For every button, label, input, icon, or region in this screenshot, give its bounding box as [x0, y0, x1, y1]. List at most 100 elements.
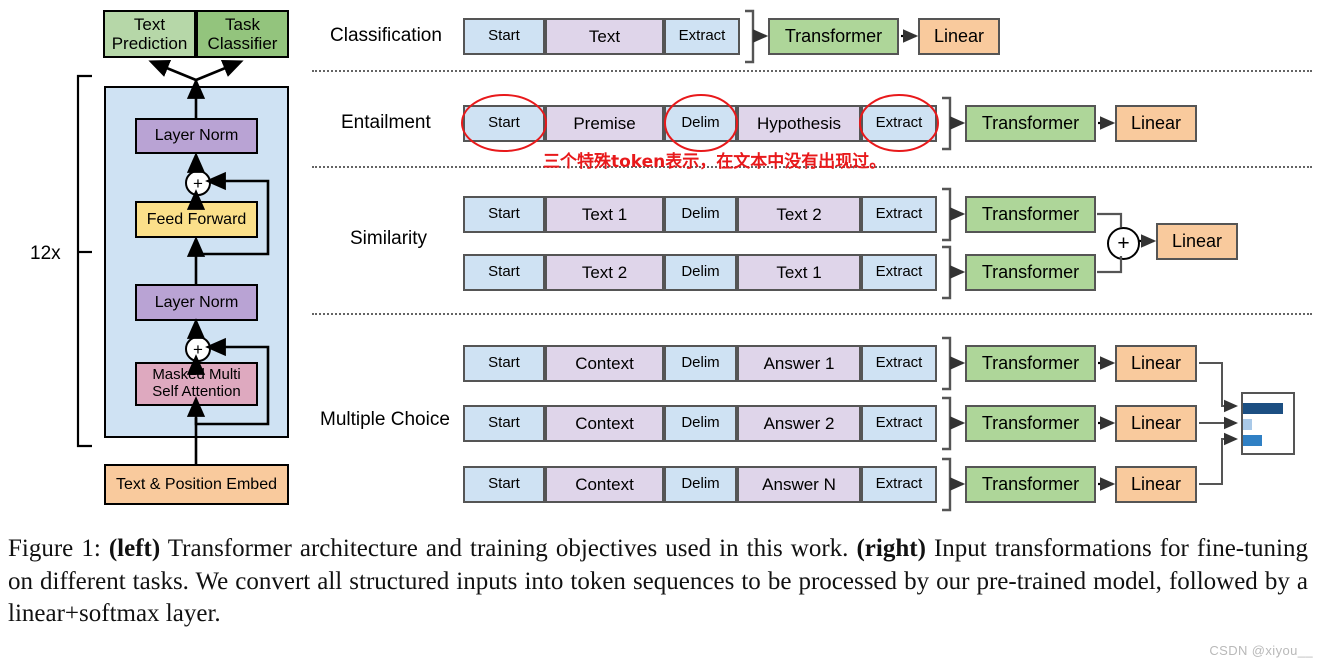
transformer-label: Transformer: [981, 204, 1080, 225]
linear-block: Linear: [918, 18, 1000, 55]
task-label-entailment: Entailment: [341, 112, 431, 133]
token-label: Extract: [875, 205, 923, 223]
layer-norm-top-label: Layer Norm: [154, 127, 239, 145]
token-label: Extract: [678, 27, 726, 45]
task-classifier-label: Task Classifier: [207, 14, 278, 53]
chinese-annotation: 三个特殊token表示，在文本中没有出现过。: [543, 152, 887, 172]
softmax-bar-2: [1243, 419, 1252, 430]
transformer-label: Transformer: [981, 474, 1080, 495]
softmax-bar-3: [1243, 435, 1262, 446]
token-context: Context: [545, 405, 664, 442]
residual-add-bottom: +: [185, 336, 211, 362]
masked-attention-label: Masked Multi Self Attention: [152, 366, 241, 400]
token-label: Delim: [681, 475, 720, 493]
token-start: Start: [463, 405, 545, 442]
token-label: Extract: [875, 354, 923, 372]
token-context: Context: [545, 345, 664, 382]
token-start: Start: [463, 466, 545, 503]
add-symbol-top: +: [193, 173, 203, 193]
residual-add-top: +: [185, 170, 211, 196]
linear-label: Linear: [1130, 413, 1182, 434]
add-symbol-bottom: +: [193, 339, 203, 359]
token-extract: Extract: [861, 345, 937, 382]
add-symbol: +: [1117, 232, 1130, 255]
token-label: Start: [488, 475, 520, 493]
task-label-similarity: Similarity: [350, 228, 428, 249]
token-extract: Extract: [861, 254, 937, 291]
token-label: Context: [575, 474, 634, 494]
token-label: Answer N: [762, 474, 836, 494]
softmax-bar-1: [1243, 403, 1283, 414]
transformer-label: Transformer: [981, 113, 1080, 134]
token-extract: Extract: [861, 196, 937, 233]
linear-block: Linear: [1115, 105, 1197, 142]
transformer-block: Transformer: [965, 196, 1096, 233]
separator-1: [312, 70, 1312, 72]
transformer-block: Transformer: [965, 405, 1096, 442]
token-label: Text 2: [776, 204, 822, 224]
task-classifier-head: Task Classifier: [196, 10, 289, 58]
token-start: Start: [463, 18, 545, 55]
token-text1: Text 1: [737, 254, 861, 291]
token-label: Delim: [681, 414, 720, 432]
task-label-multiple-choice: Multiple Choice: [320, 409, 450, 430]
token-delim: Delim: [664, 254, 737, 291]
token-label: Hypothesis: [756, 113, 842, 133]
caption-right-tag: (right): [856, 535, 926, 562]
linear-block: Linear: [1156, 223, 1238, 260]
transformer-block: Transformer: [965, 254, 1096, 291]
token-label: Start: [488, 354, 520, 372]
linear-label: Linear: [1130, 113, 1182, 134]
token-hypothesis: Hypothesis: [737, 105, 861, 142]
token-label: Start: [488, 27, 520, 45]
token-label: Answer 1: [763, 353, 835, 373]
layer-norm-bottom-label: Layer Norm: [154, 293, 239, 311]
caption-part-1: Transformer architecture and training ob…: [160, 535, 857, 562]
token-delim: Delim: [664, 345, 737, 382]
token-label: Start: [488, 263, 520, 281]
token-start: Start: [463, 345, 545, 382]
separator-3: [312, 313, 1312, 315]
token-text2: Text 2: [737, 196, 861, 233]
softmax-chart: [1241, 392, 1295, 455]
transformer-block: Transformer: [965, 345, 1096, 382]
text-position-embed-label: Text & Position Embed: [116, 475, 277, 493]
token-label: Extract: [875, 263, 923, 281]
token-delim: Delim: [664, 105, 737, 142]
transformer-block: Transformer: [768, 18, 899, 55]
linear-label: Linear: [1130, 474, 1182, 495]
token-label: Text: [588, 26, 621, 46]
figure-caption: Figure 1: (left) Transformer architectur…: [8, 533, 1308, 631]
token-answer-n: Answer N: [737, 466, 861, 503]
text-prediction-label: Text Prediction: [111, 14, 188, 53]
caption-left-tag: (left): [108, 535, 161, 562]
token-delim: Delim: [664, 466, 737, 503]
repeat-count-label: 12x: [30, 243, 61, 264]
token-label: Text 1: [581, 204, 628, 224]
linear-label: Linear: [1171, 231, 1223, 252]
token-start: Start: [463, 105, 545, 142]
token-label: Context: [575, 353, 634, 373]
token-start: Start: [463, 254, 545, 291]
token-delim: Delim: [664, 405, 737, 442]
token-extract: Extract: [861, 105, 937, 142]
token-answer-1: Answer 1: [737, 345, 861, 382]
linear-label: Linear: [1130, 353, 1182, 374]
token-label: Delim: [681, 354, 720, 372]
token-label: Premise: [573, 113, 636, 133]
text-prediction-head: Text Prediction: [103, 10, 196, 58]
layer-norm-top: Layer Norm: [135, 118, 258, 154]
token-premise: Premise: [545, 105, 664, 142]
transformer-label: Transformer: [981, 353, 1080, 374]
feed-forward-label: Feed Forward: [146, 210, 247, 228]
token-text1: Text 1: [545, 196, 664, 233]
transformer-block: Transformer: [965, 105, 1096, 142]
token-label: Answer 2: [763, 413, 835, 433]
text-position-embed: Text & Position Embed: [104, 464, 289, 505]
transformer-label: Transformer: [981, 262, 1080, 283]
task-label-classification: Classification: [330, 25, 442, 46]
token-label: Text 1: [776, 262, 822, 282]
token-extract: Extract: [664, 18, 740, 55]
transformer-label: Transformer: [784, 26, 883, 47]
token-delim: Delim: [664, 196, 737, 233]
